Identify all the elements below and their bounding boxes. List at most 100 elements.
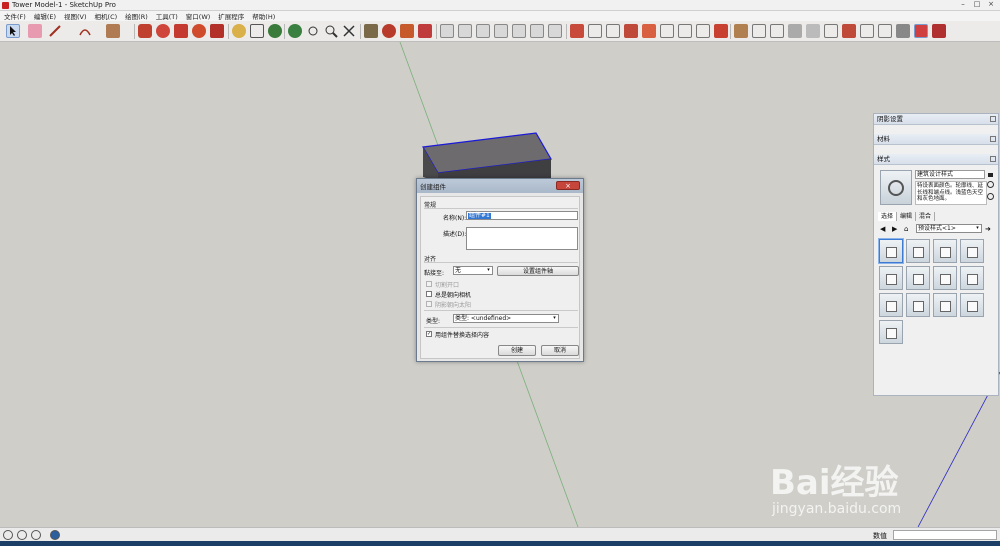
ruby-console-icon[interactable] [914, 24, 928, 38]
menu-view[interactable]: 视图(V) [60, 11, 91, 21]
iso-view-icon[interactable] [440, 24, 454, 38]
select-tool-icon[interactable] [6, 24, 20, 38]
menu-edit[interactable]: 编辑(E) [30, 11, 60, 21]
orbit-tool-icon[interactable] [288, 24, 302, 38]
always-face-camera-checkbox[interactable] [426, 291, 432, 297]
tab-select[interactable]: 选择 [878, 212, 898, 221]
shaded-icon[interactable] [824, 24, 838, 38]
text-tool-icon[interactable] [250, 24, 264, 38]
union-icon[interactable] [714, 24, 728, 38]
update-style-icon[interactable] [987, 181, 994, 188]
cancel-button[interactable]: 取消 [541, 345, 579, 356]
details-arrow-icon[interactable]: ➜ [985, 225, 993, 233]
pan-tool-icon[interactable] [306, 24, 320, 38]
split-icon[interactable] [660, 24, 674, 38]
cut-opening-checkbox[interactable] [426, 281, 432, 287]
name-field[interactable]: 组件#1 [466, 211, 578, 220]
tab-mix[interactable]: 混合 [916, 212, 936, 221]
share-model-icon[interactable] [400, 24, 414, 38]
xray-icon[interactable] [752, 24, 766, 38]
materials-panel-header[interactable]: 材料 [874, 134, 998, 145]
trim-icon[interactable] [642, 24, 656, 38]
dialog-close-button[interactable]: × [556, 181, 580, 190]
style-thumbnail[interactable] [906, 266, 930, 290]
description-field[interactable] [466, 227, 578, 250]
forward-arrow-icon[interactable]: ▶ [892, 225, 899, 233]
follow-me-tool-icon[interactable] [156, 24, 170, 38]
components-icon[interactable] [382, 24, 396, 38]
pin-icon[interactable] [990, 136, 996, 142]
style-preview-thumbnail[interactable] [880, 170, 912, 205]
rectangle-tool-icon[interactable] [106, 24, 120, 38]
menu-draw[interactable]: 绘图(R) [121, 11, 152, 21]
style-thumbnail[interactable] [933, 293, 957, 317]
measurements-box[interactable] [893, 530, 997, 540]
menu-help[interactable]: 帮助(H) [248, 11, 279, 21]
style-thumbnail[interactable] [879, 293, 903, 317]
home-icon[interactable]: ⌂ [904, 225, 912, 233]
refresh-icon[interactable] [987, 193, 994, 200]
style-thumbnail[interactable] [933, 266, 957, 290]
styles-panel-header[interactable]: 样式 [874, 154, 998, 165]
style-thumbnail[interactable] [960, 266, 984, 290]
right-view-icon[interactable] [494, 24, 508, 38]
back-arrow-icon[interactable]: ◀ [880, 225, 887, 233]
geo-location-icon[interactable] [3, 530, 13, 540]
solid-tools-icon[interactable] [570, 24, 584, 38]
pencil-tool-icon[interactable] [48, 24, 62, 38]
scale-tool-icon[interactable] [210, 24, 224, 38]
style-thumbnail[interactable] [960, 239, 984, 263]
layers-icon[interactable] [878, 24, 892, 38]
zoom-extents-tool-icon[interactable] [342, 24, 356, 38]
set-component-axes-button[interactable]: 设置组件轴 [497, 266, 579, 276]
style-name-field[interactable]: 建筑设计样式 [915, 170, 985, 179]
shadows-panel-header[interactable]: 阴影设置 [874, 114, 998, 125]
left-view-icon[interactable] [530, 24, 544, 38]
intersect-icon[interactable] [624, 24, 638, 38]
subtract-icon[interactable] [696, 24, 710, 38]
hidden-line-icon[interactable] [806, 24, 820, 38]
3d-text-icon[interactable] [896, 24, 910, 38]
style-thumbnail[interactable] [906, 293, 930, 317]
style-thumbnail[interactable] [906, 239, 930, 263]
pin-icon[interactable] [990, 156, 996, 162]
style-thumbnail[interactable] [879, 320, 903, 344]
monochrome-icon[interactable] [860, 24, 874, 38]
menu-extensions[interactable]: 扩展程序 [214, 11, 248, 21]
eraser-tool-icon[interactable] [28, 24, 42, 38]
arc-tool-icon[interactable] [78, 24, 92, 38]
top-view-icon[interactable] [458, 24, 472, 38]
user-icon[interactable] [31, 530, 41, 540]
lock-icon[interactable] [987, 170, 994, 177]
replace-selection-checkbox[interactable]: ✓ [426, 331, 432, 337]
section-plane-icon[interactable] [734, 24, 748, 38]
close-window-button[interactable]: × [984, 0, 998, 9]
tape-measure-tool-icon[interactable] [232, 24, 246, 38]
check-icon[interactable] [606, 24, 620, 38]
paint-bucket-tool-icon[interactable] [268, 24, 282, 38]
rotate-tool-icon[interactable] [192, 24, 206, 38]
shaded-textures-icon[interactable] [842, 24, 856, 38]
sandbox-icon[interactable] [588, 24, 602, 38]
tab-edit[interactable]: 编辑 [897, 212, 917, 221]
style-thumbnail[interactable] [933, 239, 957, 263]
front-view-icon[interactable] [476, 24, 490, 38]
menu-file[interactable]: 文件(F) [0, 11, 30, 21]
dynamic-components-icon[interactable] [932, 24, 946, 38]
bottom-view-icon[interactable] [548, 24, 562, 38]
push-pull-tool-icon[interactable] [138, 24, 152, 38]
maximize-button[interactable]: □ [970, 0, 984, 9]
back-view-icon[interactable] [512, 24, 526, 38]
style-thumbnail[interactable] [879, 239, 903, 263]
shadows-face-sun-checkbox[interactable] [426, 301, 432, 307]
menu-camera[interactable]: 相机(C) [91, 11, 122, 21]
minimize-button[interactable]: – [956, 0, 970, 9]
style-thumbnail[interactable] [960, 293, 984, 317]
menu-tools[interactable]: 工具(T) [152, 11, 182, 21]
glue-to-select[interactable]: 无 ▾ [453, 266, 493, 275]
pin-icon[interactable] [990, 116, 996, 122]
move-tool-icon[interactable] [174, 24, 188, 38]
style-collection-select[interactable]: 预设样式<1> ▾ [916, 224, 982, 233]
wireframe-icon[interactable] [788, 24, 802, 38]
warehouse-icon[interactable] [364, 24, 378, 38]
